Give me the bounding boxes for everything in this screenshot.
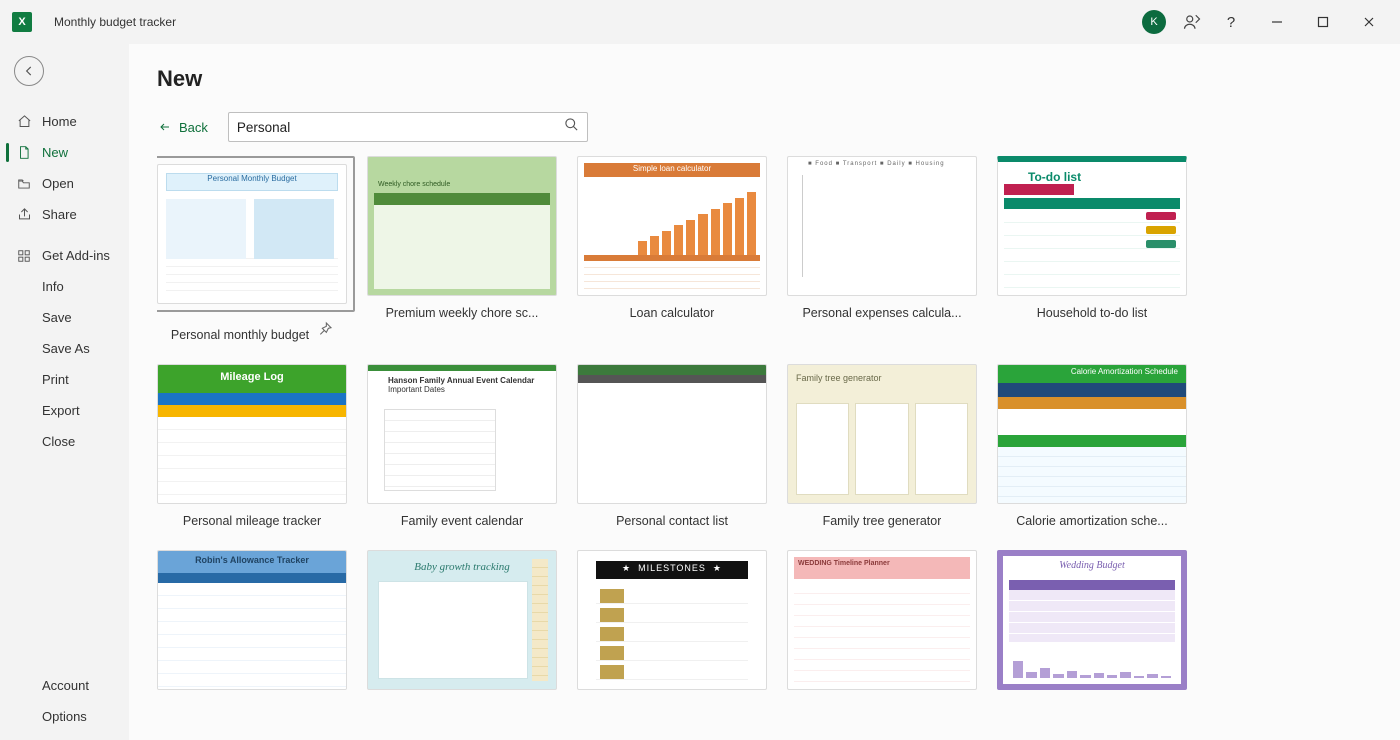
template-thumbnail: To-do list <box>997 156 1187 296</box>
user-avatar[interactable]: K <box>1142 10 1166 34</box>
search-icon[interactable] <box>564 117 579 137</box>
sidebar-item-label: Options <box>42 709 87 724</box>
template-thumbnail: Wedding Budget <box>997 550 1187 690</box>
sidebar-item-label: Save <box>42 310 72 325</box>
template-card-household-todo[interactable]: To-do list Household to-do list <box>997 156 1187 342</box>
template-thumbnail: Hanson Family Annual Event CalendarImpor… <box>367 364 557 504</box>
template-grid[interactable]: Personal Monthly Budget Personal monthly … <box>157 156 1372 716</box>
sidebar-item-print[interactable]: Print <box>0 364 129 395</box>
template-card-family-event-calendar[interactable]: Hanson Family Annual Event CalendarImpor… <box>367 364 557 528</box>
sidebar-item-account[interactable]: Account <box>0 670 129 701</box>
template-thumbnail: Weekly chore schedule <box>367 156 557 296</box>
template-thumbnail: Personal Monthly Budget <box>157 156 355 312</box>
template-thumbnail: Baby growth tracking <box>367 550 557 690</box>
help-button[interactable]: ? <box>1208 6 1254 38</box>
template-card-wedding-budget[interactable]: Wedding Budget <box>997 550 1187 690</box>
folder-open-icon <box>16 177 32 191</box>
sidebar-item-label: Close <box>42 434 75 449</box>
template-card-personal-expenses[interactable]: ■ Food ■ Transport ■ Daily ■ Housing Pers… <box>787 156 977 342</box>
document-icon <box>16 145 32 160</box>
sidebar-item-save[interactable]: Save <box>0 302 129 333</box>
template-thumbnail: Mileage Log <box>157 364 347 504</box>
addins-icon <box>16 249 32 263</box>
title-bar: X Monthly budget tracker K ? <box>0 0 1400 44</box>
sidebar-item-saveas[interactable]: Save As <box>0 333 129 364</box>
sidebar-item-new[interactable]: New <box>0 137 129 168</box>
pin-icon[interactable] <box>317 321 333 342</box>
template-label: Family tree generator <box>823 514 942 528</box>
template-card-premium-weekly-chore[interactable]: Weekly chore schedule Premium weekly chor… <box>367 156 557 342</box>
sidebar-item-label: Share <box>42 207 77 222</box>
sidebar-item-label: Get Add-ins <box>42 248 110 263</box>
template-label: Personal mileage tracker <box>183 514 321 528</box>
sidebar-item-addins[interactable]: Get Add-ins <box>0 240 129 271</box>
template-card-calorie-amortization[interactable]: Calorie Amortization Schedule Calorie amo… <box>997 364 1187 528</box>
template-thumbnail: Robin's Allowance Tracker <box>157 550 347 690</box>
sidebar-item-close[interactable]: Close <box>0 426 129 457</box>
sidebar-item-label: Home <box>42 114 77 129</box>
template-label: Personal contact list <box>616 514 728 528</box>
template-thumbnail: Calorie Amortization Schedule <box>997 364 1187 504</box>
sidebar-item-options[interactable]: Options <box>0 701 129 732</box>
sidebar-item-export[interactable]: Export <box>0 395 129 426</box>
sidebar-item-open[interactable]: Open <box>0 168 129 199</box>
template-card-loan-calculator[interactable]: Simple loan calculator Loan calculator <box>577 156 767 342</box>
search-back-link[interactable]: Back <box>157 120 208 135</box>
template-thumbnail: ■ Food ■ Transport ■ Daily ■ Housing <box>787 156 977 296</box>
template-label: Household to-do list <box>1037 306 1147 320</box>
template-card-personal-contact-list[interactable]: Personal contact list <box>577 364 767 528</box>
page-title: New <box>157 66 1372 92</box>
sidebar-item-label: Export <box>42 403 80 418</box>
template-thumbnail: Family tree generator <box>787 364 977 504</box>
template-card-family-tree-generator[interactable]: Family tree generator Family tree generat… <box>787 364 977 528</box>
template-card-wedding-timeline[interactable]: WEDDING Timeline Planner <box>787 550 977 690</box>
close-button[interactable] <box>1346 6 1392 38</box>
template-label: Premium weekly chore sc... <box>386 306 539 320</box>
sidebar-item-label: Print <box>42 372 69 387</box>
content-area: New Back Personal Monthly Budget Personal… <box>129 44 1400 740</box>
back-button[interactable] <box>14 56 44 86</box>
template-thumbnail <box>577 364 767 504</box>
sidebar-item-label: Info <box>42 279 64 294</box>
template-card-personal-mileage[interactable]: Mileage Log Personal mileage tracker <box>157 364 347 528</box>
minimize-button[interactable] <box>1254 6 1300 38</box>
back-link-label: Back <box>179 120 208 135</box>
home-icon <box>16 114 32 129</box>
sidebar-item-label: Open <box>42 176 74 191</box>
sidebar-item-label: New <box>42 145 68 160</box>
account-manager-icon[interactable] <box>1176 6 1208 38</box>
template-label: Family event calendar <box>401 514 523 528</box>
template-label: Personal expenses calcula... <box>802 306 961 320</box>
template-thumbnail: WEDDING Timeline Planner <box>787 550 977 690</box>
share-icon <box>16 207 32 222</box>
sidebar-item-label: Account <box>42 678 89 693</box>
template-label: Loan calculator <box>630 306 715 320</box>
app-icon: X <box>12 12 32 32</box>
backstage-sidebar: Home New Open Share Get Add-ins <box>0 44 129 740</box>
template-card-baby-growth[interactable]: Baby growth tracking <box>367 550 557 690</box>
sidebar-item-home[interactable]: Home <box>0 106 129 137</box>
sidebar-item-share[interactable]: Share <box>0 199 129 230</box>
sidebar-item-label: Save As <box>42 341 90 356</box>
template-card-personal-monthly-budget[interactable]: Personal Monthly BudgetPersonal monthly … <box>157 156 347 342</box>
template-card-milestones[interactable]: ★ MILESTONES ★ <box>577 550 767 690</box>
sidebar-item-info[interactable]: Info <box>0 271 129 302</box>
template-thumbnail: ★ MILESTONES ★ <box>577 550 767 690</box>
maximize-button[interactable] <box>1300 6 1346 38</box>
template-search-box[interactable] <box>228 112 588 142</box>
template-card-allowance-tracker[interactable]: Robin's Allowance Tracker <box>157 550 347 690</box>
template-label: Personal monthly budget <box>171 328 309 342</box>
template-thumbnail: Simple loan calculator <box>577 156 767 296</box>
template-search-input[interactable] <box>237 120 564 135</box>
window-title: Monthly budget tracker <box>54 15 176 29</box>
template-label: Calorie amortization sche... <box>1016 514 1167 528</box>
